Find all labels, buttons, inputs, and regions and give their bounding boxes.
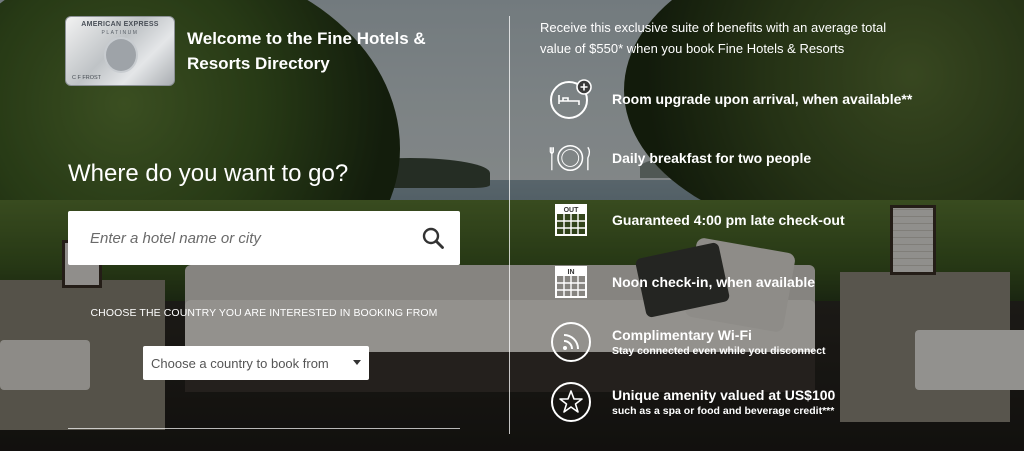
platinum-card-image: AMERICAN EXPRESS PLATINUM C F FROST <box>65 16 175 86</box>
benefit-title: Unique amenity valued at US$100 <box>612 387 836 403</box>
country-label: CHOOSE THE COUNTRY YOU ARE INTERESTED IN… <box>90 307 438 319</box>
noon-checkin-icon: IN <box>548 259 594 305</box>
benefit-amenity: Unique amenity valued at US$100 such as … <box>548 379 835 425</box>
card-tier: PLATINUM <box>101 30 139 36</box>
benefit-breakfast: Daily breakfast for two people <box>548 135 811 181</box>
benefit-subtitle: such as a spa or food and beverage credi… <box>612 405 835 417</box>
benefit-late-checkout: OUT Guaranteed 4:00 pm late check-out <box>548 197 845 243</box>
late-checkout-icon: OUT <box>548 197 594 243</box>
search-icon[interactable] <box>406 211 460 265</box>
benefit-noon-checkin: IN Noon check-in, when available <box>548 259 815 305</box>
benefit-title: Guaranteed 4:00 pm late check-out <box>612 212 845 228</box>
benefit-wifi: Complimentary Wi-Fi Stay connected even … <box>548 319 826 365</box>
calendar-badge: OUT <box>564 207 580 214</box>
card-brand: AMERICAN EXPRESS <box>81 21 159 28</box>
country-dropdown[interactable]: Choose a country to book from <box>143 346 369 380</box>
benefit-title: Daily breakfast for two people <box>612 150 812 166</box>
benefit-title: Complimentary Wi-Fi <box>612 327 752 343</box>
benefit-subtitle: Stay connected even while you disconnect <box>612 345 826 357</box>
card-holder-name: C F FROST <box>72 75 102 81</box>
column-divider <box>509 16 510 434</box>
hotel-search-input[interactable] <box>68 211 406 265</box>
amenity-star-icon <box>548 379 594 425</box>
benefits-intro: Receive this exclusive suite of benefits… <box>540 20 887 56</box>
welcome-title: Welcome to the Fine Hotels & Resorts Dir… <box>187 29 426 73</box>
left-bottom-rule <box>68 428 460 429</box>
centurion-icon <box>104 37 138 73</box>
benefit-title: Room upgrade upon arrival, when availabl… <box>612 91 913 107</box>
room-upgrade-icon <box>548 76 594 122</box>
search-headline: Where do you want to go? <box>68 160 349 187</box>
benefit-title: Noon check-in, when available <box>612 274 816 290</box>
calendar-badge: IN <box>568 269 575 276</box>
hotel-search-box <box>68 211 460 265</box>
wifi-icon <box>548 319 594 365</box>
country-dropdown-value: Choose a country to book from <box>151 355 329 371</box>
benefit-room-upgrade: Room upgrade upon arrival, when availabl… <box>548 76 912 122</box>
breakfast-icon <box>548 135 594 181</box>
caret-down-icon <box>345 360 369 366</box>
